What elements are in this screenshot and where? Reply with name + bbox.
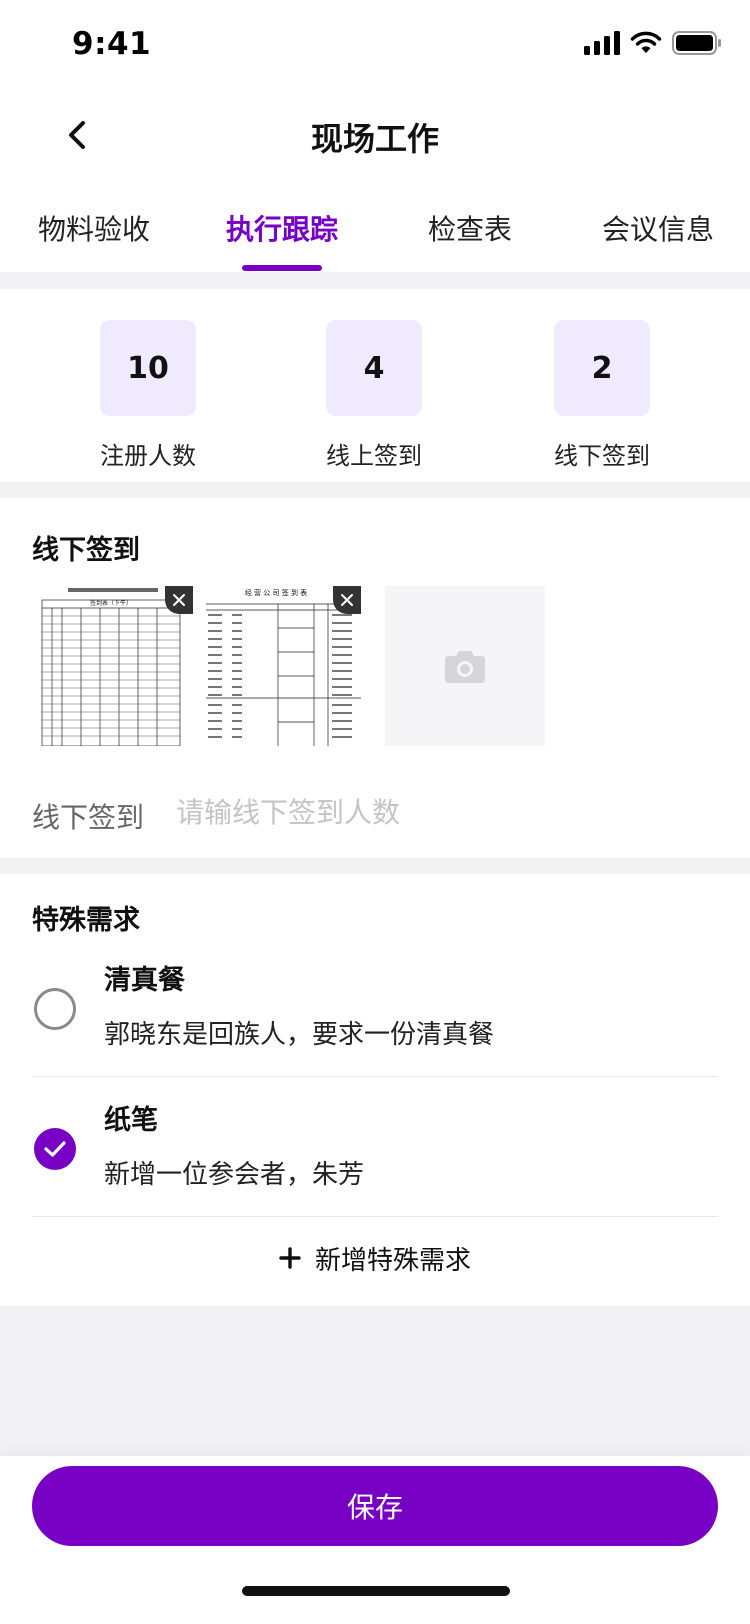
save-button[interactable]: 保存 (32, 1466, 718, 1546)
stat-value: 4 (326, 320, 422, 416)
tab-checklist[interactable]: 检查表 (428, 208, 512, 248)
home-indicator (242, 1586, 510, 1596)
stat-value: 10 (100, 320, 196, 416)
add-request-label: 新增特殊需求 (314, 1245, 471, 1276)
add-special-request-button[interactable]: 新增特殊需求 (0, 1236, 750, 1280)
section-divider (0, 482, 750, 498)
offline-checkin-label: 线下签到 (32, 801, 145, 834)
tab-meeting-info[interactable]: 会议信息 (602, 208, 714, 248)
stat-registered: 10 注册人数 (48, 320, 248, 471)
checkmark-icon (44, 1141, 66, 1157)
bottom-action-bar: 保存 (0, 1456, 750, 1624)
divider (32, 1076, 718, 1077)
request-title: 纸笔 (104, 1105, 158, 1136)
request-description: 新增一位参会者，朱芳 (104, 1160, 365, 1190)
signin-sheet-photo[interactable]: 签到表（下午） (38, 586, 193, 746)
nav-bar: 现场工作 (0, 92, 750, 180)
stat-label: 线上签到 (326, 442, 422, 470)
request-item[interactable]: 纸笔 新增一位参会者，朱芳 (32, 1098, 718, 1238)
camera-icon (445, 651, 485, 683)
plus-icon (279, 1247, 301, 1269)
stat-label: 注册人数 (100, 442, 196, 470)
section-divider (0, 272, 750, 289)
add-photo-button[interactable] (385, 586, 545, 746)
sheet-title: 签到表（下午） (90, 599, 132, 607)
stat-online-checkin: 4 线上签到 (274, 320, 474, 471)
cellular-signal-icon (584, 31, 620, 59)
checked-radio-icon[interactable] (34, 1128, 76, 1170)
unchecked-radio-icon[interactable] (34, 988, 76, 1030)
signin-sheet-photo[interactable]: 经 营 公 司 签 到 表 (206, 586, 361, 746)
status-icons (584, 30, 722, 60)
active-tab-indicator (242, 265, 322, 271)
tab-execution-tracking[interactable]: 执行跟踪 (226, 208, 338, 248)
status-time: 9:41 (72, 26, 152, 62)
offline-checkin-count-input[interactable] (176, 788, 696, 836)
tab-material-acceptance[interactable]: 物料验收 (38, 208, 150, 248)
status-bar: 9:41 (0, 0, 750, 90)
request-description: 郭晓东是回族人，要求一份清真餐 (104, 1020, 495, 1050)
close-icon (173, 594, 185, 606)
section-divider (0, 858, 750, 874)
divider (32, 1216, 718, 1217)
section-title: 线下签到 (32, 535, 140, 566)
stat-label: 线下签到 (554, 442, 650, 470)
offline-checkin-section: 线下签到 签到表（下午） 经 营 公 司 签 到 表 线下签到 请输线下签到人数 (0, 498, 750, 858)
sheet-title: 经 营 公 司 签 到 表 (245, 588, 307, 597)
tab-bar: 物料验收 执行跟踪 检查表 会议信息 (0, 190, 750, 272)
stat-offline-checkin: 2 线下签到 (502, 320, 702, 471)
wifi-icon (630, 31, 662, 59)
remove-photo-button[interactable] (165, 586, 193, 614)
attendance-stats: 10 注册人数 4 线上签到 2 线下签到 (0, 289, 750, 482)
page-background (0, 1306, 750, 1456)
request-title: 清真餐 (104, 965, 185, 996)
battery-icon (672, 31, 722, 59)
page-title: 现场工作 (310, 120, 439, 158)
close-icon (341, 594, 353, 606)
special-requests-section: 特殊需求 清真餐 郭晓东是回族人，要求一份清真餐 纸笔 新增一位参会者，朱芳 新… (0, 874, 750, 1306)
stat-value: 2 (554, 320, 650, 416)
section-title: 特殊需求 (32, 905, 140, 936)
request-item[interactable]: 清真餐 郭晓东是回族人，要求一份清真餐 (32, 958, 718, 1098)
remove-photo-button[interactable] (333, 586, 361, 614)
